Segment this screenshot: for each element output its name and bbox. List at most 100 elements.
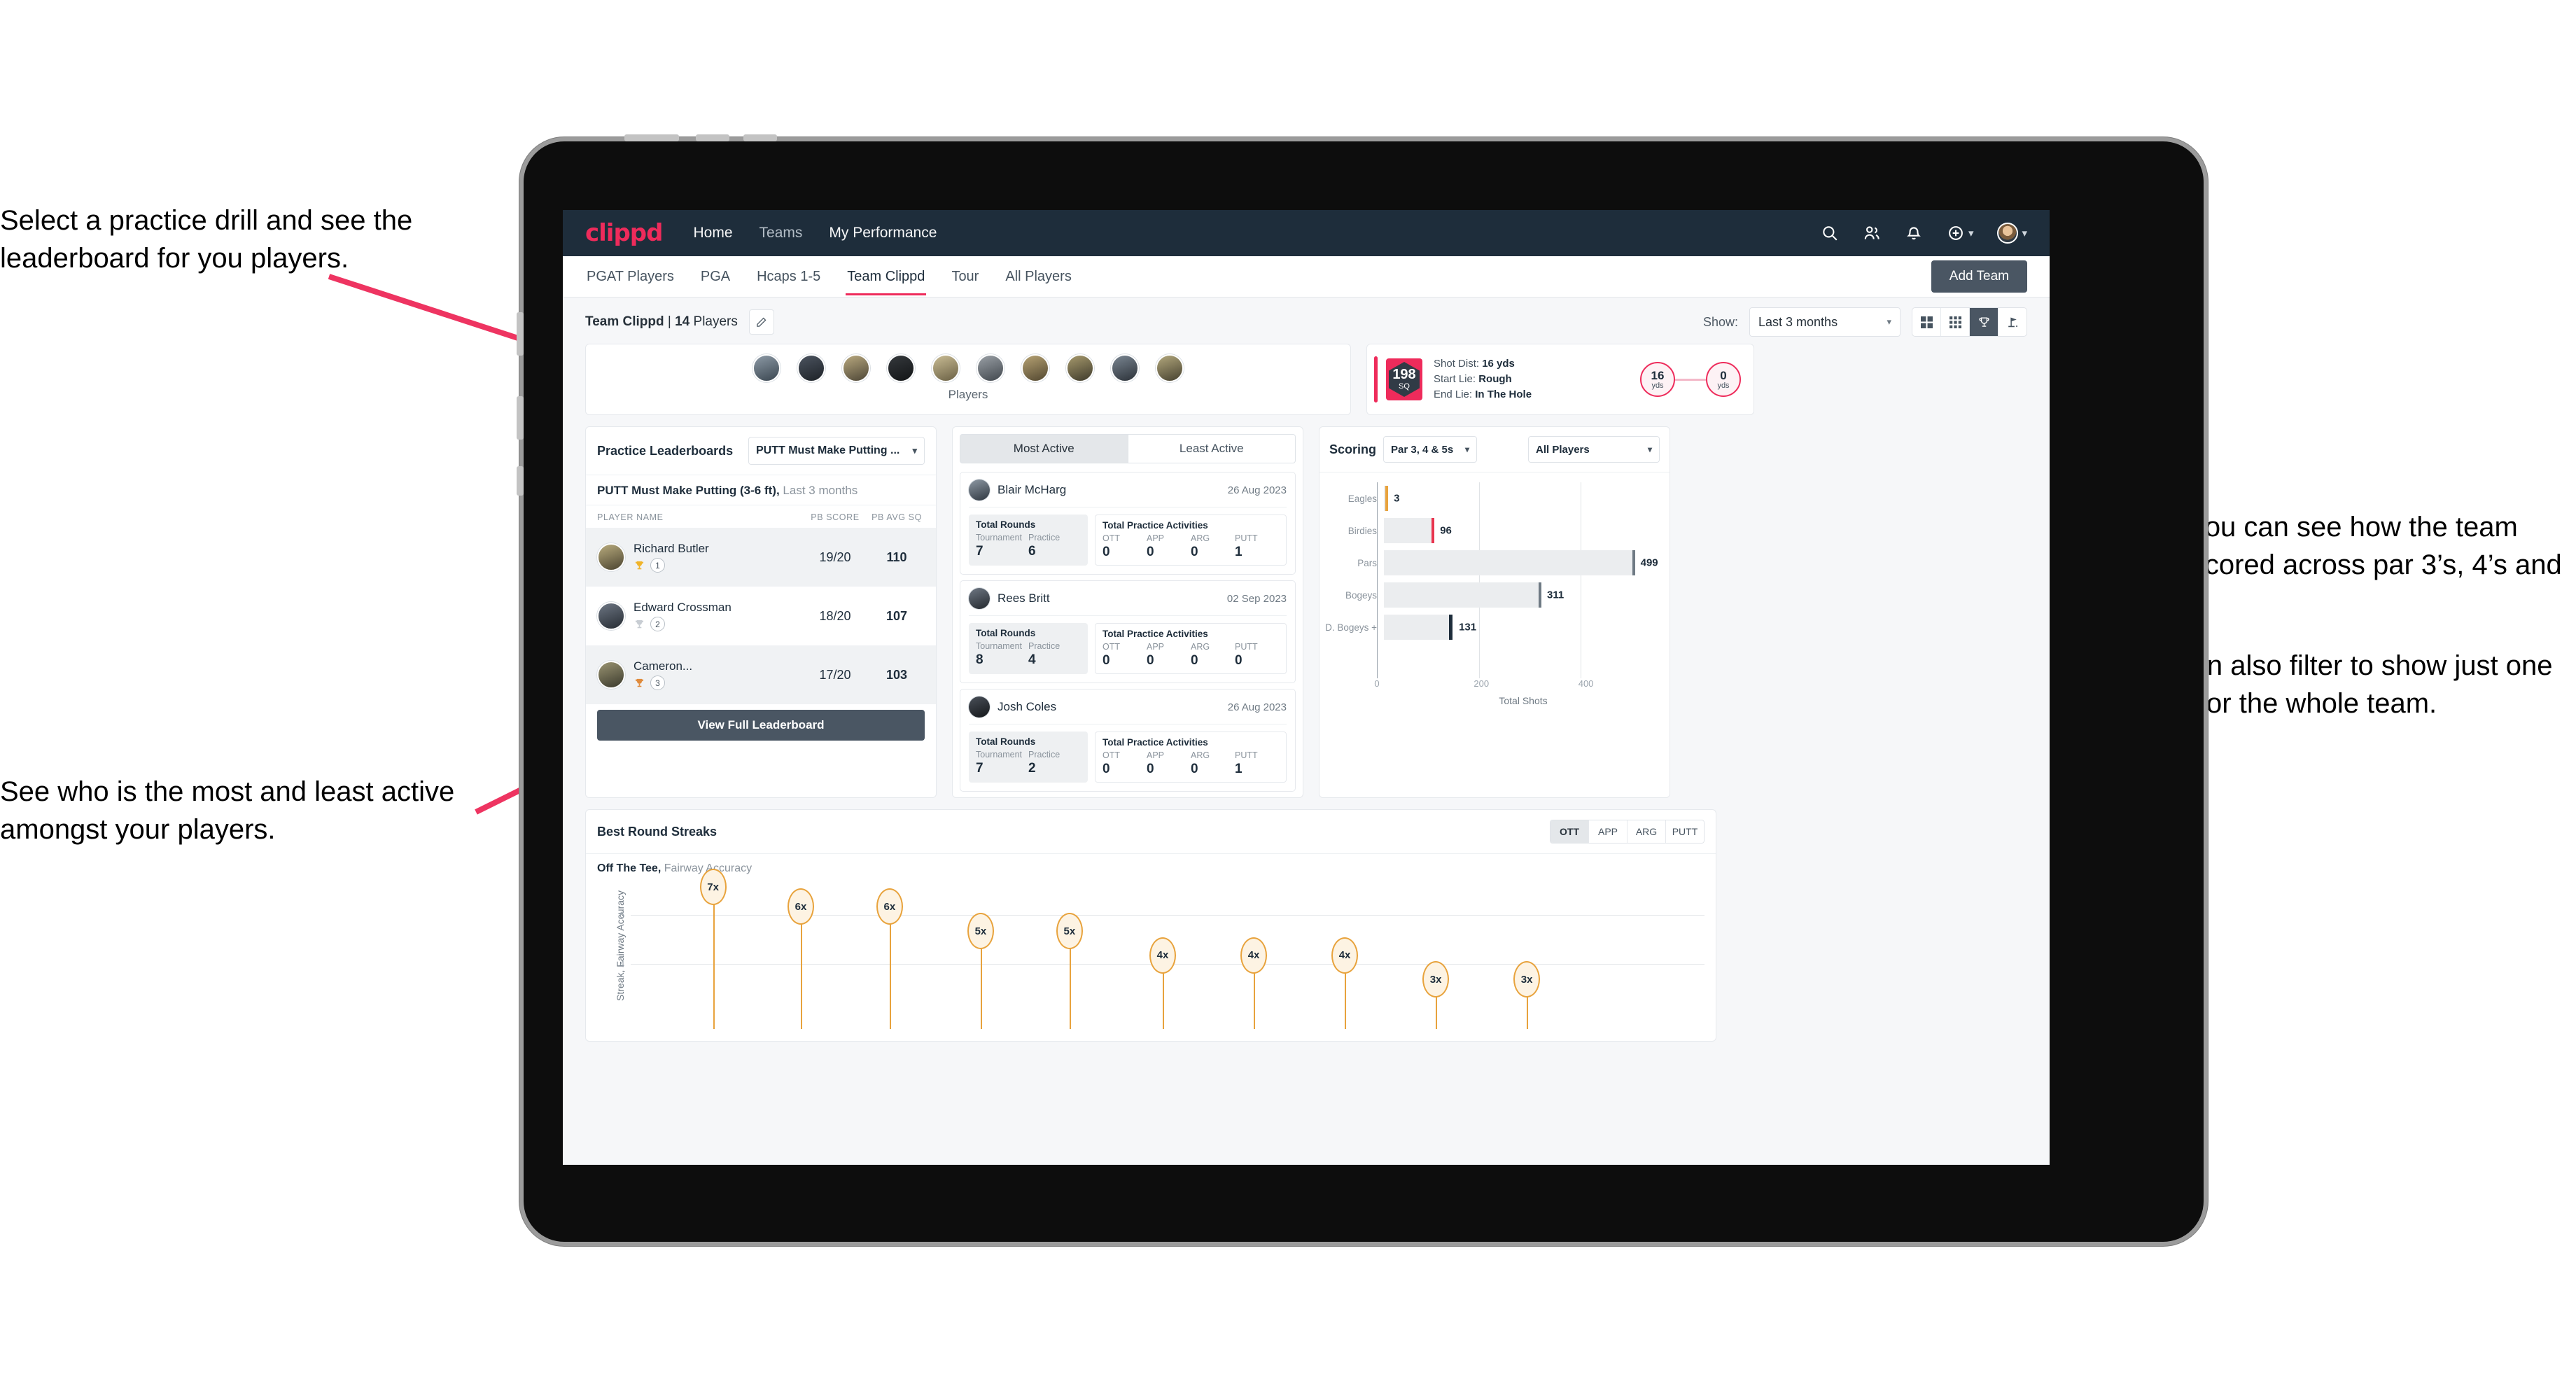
player-filter-select[interactable]: All Players ▾ [1528,436,1660,463]
drill-select-value: PUTT Must Make Putting ... [756,444,900,456]
avatar[interactable] [1066,354,1094,382]
player-activity-item[interactable]: Blair McHarg 26 Aug 2023 Total Rounds To… [960,472,1296,575]
practice-activities-title: Total Practice Activities [1102,520,1208,531]
avatar[interactable] [932,354,960,382]
tab-all-players[interactable]: All Players [1004,259,1072,295]
drill-select[interactable]: PUTT Must Make Putting ... ▾ [748,437,925,465]
show-range-select[interactable]: Last 3 months ▾ [1749,307,1900,337]
nav-link-teams[interactable]: Teams [760,225,803,241]
players-card: Players [585,344,1351,415]
tab-least-active[interactable]: Least Active [1128,434,1296,463]
avatar[interactable] [842,354,870,382]
streak-marker: 4x [1149,937,1176,974]
add-team-button[interactable]: Add Team [1931,260,2027,293]
annotation-line: Select a practice drill and see the lead… [0,205,413,274]
clippd-logo[interactable]: clippd [585,219,663,247]
avatar[interactable] [752,354,780,382]
shot-detail-row: End Lie: In The Hole [1434,387,1532,402]
view-full-leaderboard-button[interactable]: View Full Leaderboard [597,710,925,741]
rank-badge: 1 [650,558,665,573]
scoring-x-axis-label: Total Shots [1499,695,1548,706]
streak-marker: 4x [1331,937,1359,974]
show-range-value: Last 3 months [1758,314,1838,329]
category-label-eagles: Eagles [1348,493,1377,504]
golf-flag-icon[interactable] [1998,308,2026,336]
arg-value: 0 [1191,545,1198,559]
distance-connector-line [1675,378,1706,381]
tab-hcaps-1-5[interactable]: Hcaps 1-5 [755,259,822,295]
table-row[interactable]: Edward Crossman 2 18/20 107 [586,587,936,645]
x-tick-0: 0 [1374,678,1380,689]
avatar[interactable] [797,354,825,382]
nav-link-my-performance[interactable]: My Performance [829,225,937,241]
streaks-tab-app[interactable]: APP [1589,820,1628,843]
practice-value: 6 [1028,544,1036,559]
accent-bar [1374,356,1378,402]
tab-most-active[interactable]: Most Active [960,434,1128,463]
total-rounds-title: Total Rounds [976,519,1036,530]
practice-value: 2 [1028,761,1036,776]
avatar [969,588,990,609]
player-name: Rees Britt [997,592,1050,605]
grid-3x3-icon[interactable] [1941,308,1970,336]
trophy-icon[interactable] [1970,308,1998,336]
scoring-bar-chart: Eagles 3 Birdies 96 Pars 499 Bogeys 311 … [1320,482,1662,678]
bell-icon[interactable] [1905,224,1923,242]
avatar[interactable] [887,354,915,382]
chevron-down-icon: ▾ [2022,227,2027,239]
player-name: Josh Coles [997,700,1057,713]
start-lie-value: Rough [1478,373,1512,386]
players-card-label: Players [948,388,988,401]
player-activity-item[interactable]: Rees Britt 02 Sep 2023 Total Rounds Tour… [960,580,1296,683]
pb-avg-sq-value: 103 [886,667,908,682]
col-pb-avg-sq: PB AVG SQ [872,512,922,522]
chart-bar-row: Eagles 3 [1320,482,1662,514]
streaks-header: Best Round Streaks OTT APP ARG PUTT [586,810,1716,854]
end-distance-value: 0 [1720,368,1727,382]
streaks-tab-arg[interactable]: ARG [1628,820,1666,843]
chevron-down-icon: ▾ [912,445,917,456]
tab-pga[interactable]: PGA [699,259,732,295]
shot-distance-diagram: 16 yds 0 yds [1640,362,1741,397]
avatar[interactable]: ▾ [1997,223,2027,244]
grid-2x2-icon[interactable] [1912,308,1941,336]
putt-label: PUTT [1235,750,1258,760]
avatar[interactable] [976,354,1004,382]
leaderboard-column-headers: PLAYER NAME PB SCORE PB AVG SQ [586,505,936,528]
streaks-category-toggle: OTT APP ARG PUTT [1550,820,1704,844]
par-filter-select[interactable]: Par 3, 4 & 5s ▾ [1383,436,1478,463]
streaks-tab-ott[interactable]: OTT [1550,820,1589,843]
streaks-tab-putt[interactable]: PUTT [1666,820,1704,843]
avatar[interactable] [1111,354,1139,382]
table-row[interactable]: Richard Butler 1 19/20 110 [586,528,936,587]
avatar [969,479,990,500]
avatar[interactable] [1021,354,1049,382]
shot-summary-card: 198 SQ Shot Dist: 16 yds Start Lie: Roug… [1366,344,1754,415]
tournament-label: Tournament [976,533,1023,542]
app-label: APP [1147,642,1165,652]
streaks-title: Best Round Streaks [597,824,718,839]
total-rounds-block: Total Rounds Tournament 7 Practice 6 [969,514,1088,566]
plus-circle-icon[interactable]: ▾ [1947,224,1973,242]
player-name: Edward Crossman [634,601,732,614]
putt-label: PUTT [1235,533,1258,543]
pencil-icon[interactable] [748,309,774,335]
table-row[interactable]: Cameron... 3 17/20 103 [586,645,936,704]
device-button-side [517,312,524,356]
tab-tour[interactable]: Tour [950,259,980,295]
practice-label: Practice [1028,533,1060,542]
bar-value-pars: 499 [1640,556,1658,569]
avatar[interactable] [1156,354,1184,382]
nav-link-home[interactable]: Home [693,225,732,241]
pb-score-value: 17/20 [819,667,851,682]
tab-team-clippd[interactable]: Team Clippd [846,259,927,295]
tab-pgat-players[interactable]: PGAT Players [585,259,676,295]
start-distance-unit: yds [1651,381,1664,390]
practice-label: Practice [1028,750,1060,760]
bar-value-bogeys: 311 [1547,589,1564,601]
search-icon[interactable] [1821,224,1839,242]
streak-marker: 6x [876,888,903,925]
player-activity-item[interactable]: Josh Coles 26 Aug 2023 Total Rounds Tour… [960,689,1296,792]
people-icon[interactable] [1863,224,1881,242]
trophy-icon [635,678,644,687]
